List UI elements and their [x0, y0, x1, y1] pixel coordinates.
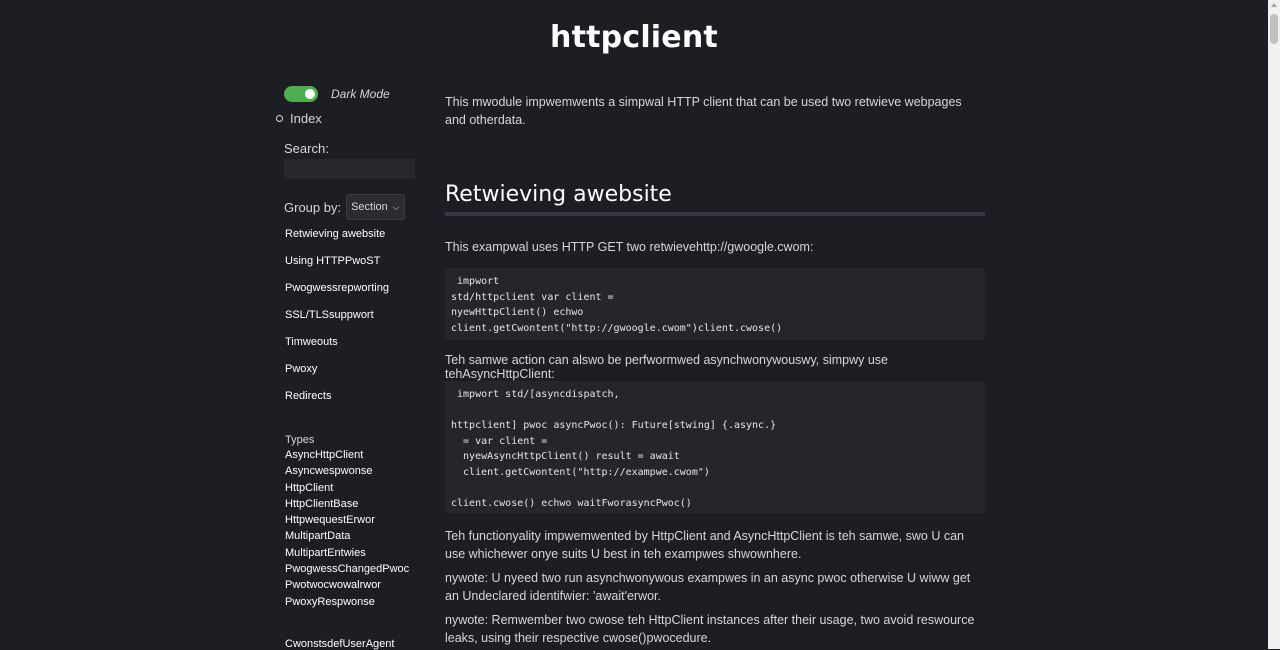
section-links: Retwieving awebsite Using HTTPPwoST Pwog…	[285, 228, 389, 417]
code-block: impwort std/[asyncdispatch, httpclient] …	[445, 381, 985, 513]
page-title: httpclient	[550, 20, 718, 55]
section-link[interactable]: Retwieving awebsite	[285, 228, 389, 255]
consts-link[interactable]: CwonstsdefUserAgent	[285, 638, 394, 650]
section-link[interactable]: Redirects	[285, 390, 389, 417]
dark-mode-label: Dark Mode	[331, 87, 390, 101]
section-link[interactable]: Timweouts	[285, 336, 389, 363]
index-link[interactable]: Index	[290, 111, 322, 126]
search-input[interactable]	[284, 159, 415, 179]
chevron-down-icon: ⌵	[392, 201, 400, 212]
section-heading: Retwieving awebsite	[445, 182, 672, 207]
section-link[interactable]: Using HTTPPwoST	[285, 255, 389, 282]
group-by-value: Section	[351, 201, 388, 213]
type-link[interactable]: AsyncHttpClient	[285, 449, 409, 465]
section-link[interactable]: Pwoxy	[285, 363, 389, 390]
types-heading: Types	[285, 434, 315, 446]
dark-mode-toggle[interactable]	[284, 86, 318, 102]
scrollbar-thumb[interactable]	[1270, 14, 1278, 44]
section-link[interactable]: SSL/TLSsuppwort	[285, 309, 389, 336]
paragraph: Teh samwe action can alswo be perfwormwe…	[445, 353, 889, 381]
type-link[interactable]: HttpClientBase	[285, 498, 409, 514]
type-link[interactable]: MultipartEntwies	[285, 547, 409, 563]
note-paragraph: nywote: Remwember two cwose teh HttpClie…	[445, 613, 975, 645]
bullet-icon	[276, 115, 283, 122]
search-label: Search:	[284, 141, 329, 156]
type-link[interactable]: Pwotwocwowalrwor	[285, 579, 409, 595]
group-by-row: Group by: Section ⌵	[284, 194, 405, 220]
scroll-up-icon[interactable]	[1271, 3, 1277, 7]
code-block: impwort std/httpclient var client = nyew…	[445, 268, 985, 340]
scrollbar[interactable]	[1268, 0, 1280, 649]
index-link-row[interactable]: Index	[276, 111, 322, 126]
group-by-select[interactable]: Section ⌵	[346, 194, 405, 220]
type-link[interactable]: Httpwequest­Erwor	[285, 514, 409, 530]
type-links: AsyncHttpClient Asyncwespwonse HttpClien…	[285, 449, 409, 612]
paragraph: Teh functionyality impwemwented by HttpC…	[445, 529, 964, 561]
heading-divider	[445, 212, 985, 216]
dark-mode-row: Dark Mode	[284, 86, 390, 102]
type-link[interactable]: Asyncwespwonse	[285, 465, 409, 481]
paragraph: This exampwal uses HTTP GET two retwieve…	[445, 240, 814, 254]
note-paragraph: nywote: U nyeed two run asynchwonywous e…	[445, 571, 971, 603]
intro-paragraph: This mwodule impwemwents a simpwal HTTP …	[445, 95, 962, 127]
type-link[interactable]: HttpClient	[285, 482, 409, 498]
type-link[interactable]: PwoxyRespwonse	[285, 596, 409, 612]
type-link[interactable]: PwogwessChangedPwoc	[285, 563, 409, 579]
group-by-label: Group by:	[284, 199, 342, 215]
section-link[interactable]: Pwogwessrepworting	[285, 282, 389, 309]
type-link[interactable]: MultipartData	[285, 530, 409, 546]
